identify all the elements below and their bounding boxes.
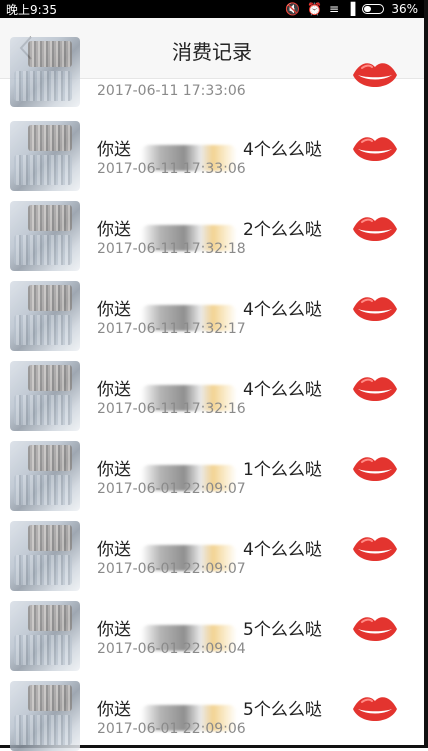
gift-prefix: 你送 [97, 700, 131, 720]
gift-amount: 5个么么哒 [243, 620, 322, 640]
avatar[interactable] [10, 281, 80, 351]
status-time: 晚上9:35 [6, 2, 57, 17]
gift-amount: 4个么么哒 [243, 540, 322, 560]
status-indicators: 🔇 ⏰ ≡ ▐ 36% [285, 2, 418, 16]
record-row[interactable]: 你送 2个么么哒 2017-06-11 17:32:18 [0, 191, 424, 271]
record-text: 你送 4个么么哒 2017-06-11 17:33:06 [97, 123, 337, 183]
gift-amount: 1个么么哒 [243, 460, 322, 480]
avatar[interactable] [10, 121, 80, 191]
record-text: 你送 4个么么哒 2017-06-01 22:09:07 [97, 523, 337, 583]
gift-prefix: 你送 [97, 460, 131, 480]
gift-prefix: 你送 [97, 300, 131, 320]
lips-icon [353, 63, 397, 87]
record-time: 2017-06-01 22:09:07 [97, 561, 246, 577]
avatar[interactable] [10, 201, 80, 271]
record-time: 2017-06-01 22:09:06 [97, 721, 246, 737]
gift-lips [350, 209, 400, 253]
gift-line: 你送 4个么么哒 [97, 135, 322, 171]
record-row[interactable]: 你送 1个么么哒 2017-06-01 22:09:07 [0, 431, 424, 511]
record-time: 2017-06-01 22:09:07 [97, 481, 246, 497]
gift-lips [350, 369, 400, 413]
record-time: 2017-06-01 22:09:04 [97, 641, 246, 657]
gift-line: 你送 5个么么哒 [97, 695, 322, 731]
wifi-icon: ≡ [329, 2, 340, 16]
gift-amount: 4个么么哒 [243, 380, 322, 400]
record-time: 2017-06-11 17:32:17 [97, 321, 246, 337]
gift-amount: 4个么么哒 [243, 300, 322, 320]
lips-icon [353, 217, 397, 241]
lips-icon [353, 377, 397, 401]
gift-prefix: 你送 [97, 140, 131, 160]
gift-amount: 2个么么哒 [243, 220, 322, 240]
gift-lips [350, 529, 400, 573]
gift-line: 你送 4个么么哒 [97, 375, 322, 411]
avatar[interactable] [10, 681, 80, 751]
gift-line: 你送 5个么么哒 [97, 615, 322, 651]
record-row[interactable]: 你送 4个么么哒 2017-06-01 22:09:07 [0, 511, 424, 591]
record-time: 2017-06-11 17:32:16 [97, 401, 246, 417]
avatar[interactable] [10, 521, 80, 591]
record-text: 你送 4个么么哒 2017-06-11 17:32:17 [97, 283, 337, 343]
gift-prefix: 你送 [97, 380, 131, 400]
gift-lips [350, 289, 400, 333]
gift-lips [350, 689, 400, 733]
record-text: 你送 5个么么哒 2017-06-01 22:09:06 [97, 683, 337, 743]
record-row[interactable]: 2017-06-11 17:33:06 [0, 37, 424, 111]
gift-lips [350, 609, 400, 653]
avatar[interactable] [10, 601, 80, 671]
battery-percent: 36% [391, 2, 418, 16]
gift-amount: 4个么么哒 [243, 140, 322, 160]
gift-lips [350, 449, 400, 493]
record-text: 你送 5个么么哒 2017-06-01 22:09:04 [97, 603, 337, 663]
gift-prefix: 你送 [97, 620, 131, 640]
record-row[interactable]: 你送 5个么么哒 2017-06-01 22:09:06 [0, 671, 424, 751]
gift-lips [350, 129, 400, 173]
gift-line: 你送 4个么么哒 [97, 295, 322, 331]
record-text: 你送 1个么么哒 2017-06-01 22:09:07 [97, 443, 337, 503]
lips-icon [353, 617, 397, 641]
gift-amount: 5个么么哒 [243, 700, 322, 720]
gift-line: 你送 4个么么哒 [97, 535, 322, 571]
avatar[interactable] [10, 37, 80, 107]
record-row[interactable]: 你送 4个么么哒 2017-06-11 17:32:17 [0, 271, 424, 351]
frame-border-right [424, 0, 428, 748]
lips-icon [353, 697, 397, 721]
record-text: 你送 4个么么哒 2017-06-11 17:32:16 [97, 363, 337, 423]
mute-icon: 🔇 [285, 2, 301, 16]
record-row[interactable]: 你送 5个么么哒 2017-06-01 22:09:04 [0, 591, 424, 671]
lips-icon [353, 537, 397, 561]
gift-lips [350, 55, 400, 99]
record-time: 2017-06-11 17:33:06 [97, 161, 246, 177]
record-time: 2017-06-11 17:33:06 [97, 83, 246, 99]
lips-icon [353, 457, 397, 481]
gift-prefix: 你送 [97, 220, 131, 240]
avatar[interactable] [10, 361, 80, 431]
battery-icon [362, 4, 385, 14]
record-row[interactable]: 你送 4个么么哒 2017-06-11 17:32:16 [0, 351, 424, 431]
lips-icon [353, 297, 397, 321]
record-list: 2017-06-11 17:33:06 你送 4个么么哒 2017-06-11 17:… [0, 37, 424, 751]
record-time: 2017-06-11 17:32:18 [97, 241, 246, 257]
record-text: 你送 2个么么哒 2017-06-11 17:32:18 [97, 203, 337, 263]
signal-icon: ▐ [346, 2, 356, 16]
gift-line: 你送 2个么么哒 [97, 215, 322, 251]
alarm-icon: ⏰ [307, 2, 323, 16]
lips-icon [353, 137, 397, 161]
gift-line: 你送 1个么么哒 [97, 455, 322, 491]
status-bar: 晚上9:35 🔇 ⏰ ≡ ▐ 36% [0, 0, 424, 18]
gift-prefix: 你送 [97, 540, 131, 560]
record-row[interactable]: 你送 4个么么哒 2017-06-11 17:33:06 [0, 111, 424, 191]
avatar[interactable] [10, 441, 80, 511]
